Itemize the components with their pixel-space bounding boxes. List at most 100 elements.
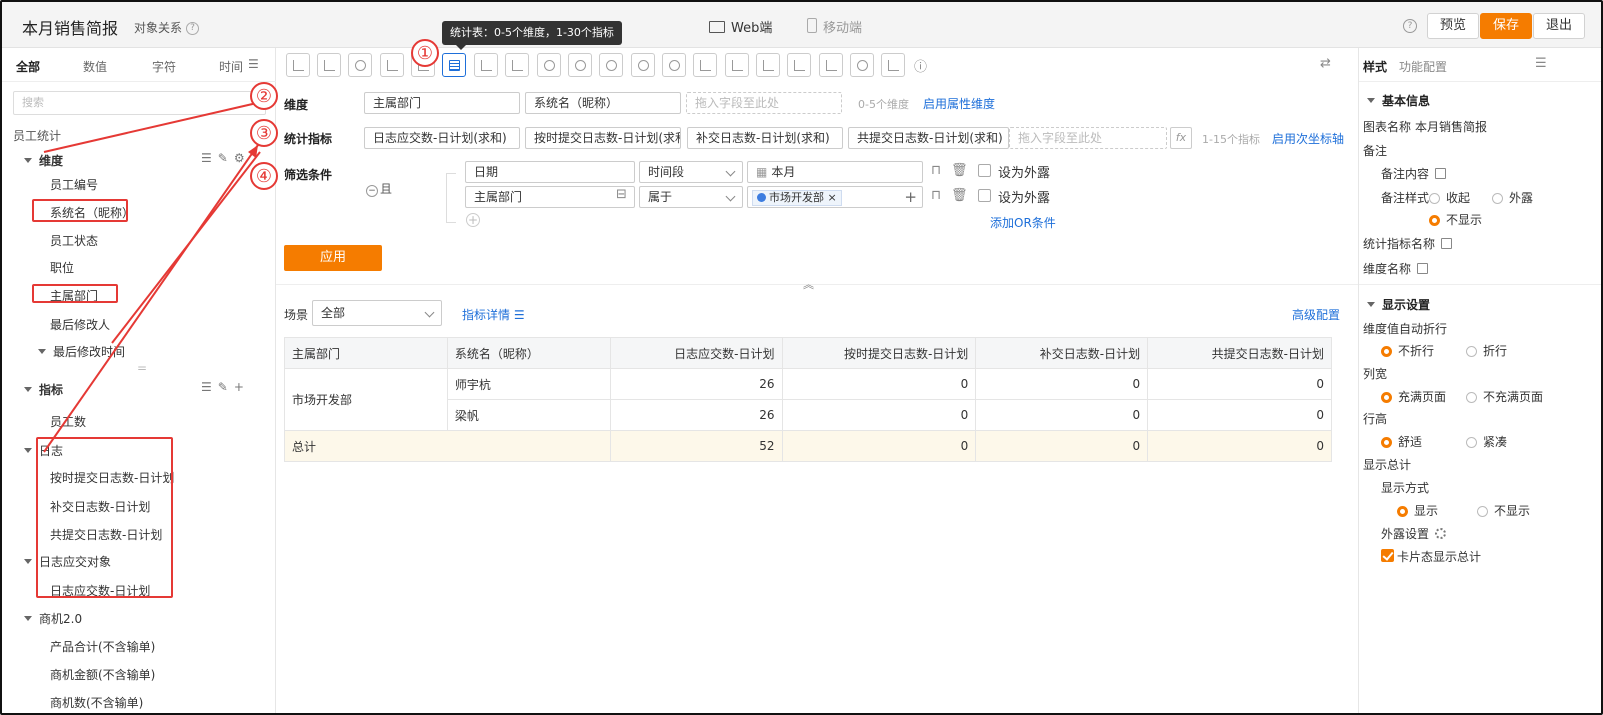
enable-secondary-axis-link[interactable]: 启用次坐标轴 — [1272, 130, 1344, 147]
expose-checkbox[interactable] — [978, 189, 991, 202]
smiley-chart-icon[interactable] — [662, 53, 686, 77]
table-chart-icon[interactable] — [442, 53, 466, 77]
remark-opt-hide[interactable]: 不显示 — [1429, 211, 1482, 228]
total-opt-show[interactable]: 显示 — [1397, 502, 1438, 519]
radar-chart-icon[interactable] — [568, 53, 592, 77]
help-icon[interactable]: ? — [186, 22, 200, 35]
basic-info-section[interactable]: 基本信息 — [1367, 92, 1430, 109]
metric-tools[interactable]: ☰✎+ — [201, 380, 250, 394]
filter-value[interactable]: ▦ 本月 — [747, 161, 923, 183]
wrap-opt-yes[interactable]: 折行 — [1466, 342, 1507, 359]
tab-string[interactable]: 字符 — [152, 58, 176, 75]
column-header[interactable]: 补交日志数-日计划 — [975, 337, 1149, 369]
world-map-icon[interactable] — [631, 53, 655, 77]
preview-button[interactable]: 预览 — [1427, 13, 1480, 39]
swap-icon[interactable]: ⇄ — [1320, 56, 1331, 71]
edit-icon[interactable] — [1417, 263, 1429, 274]
help-icon[interactable]: ⓘ — [914, 56, 927, 75]
card-total-checkbox[interactable] — [1381, 549, 1394, 562]
radio-icon[interactable] — [1429, 215, 1440, 226]
filter-operator-select[interactable]: 属于 — [639, 186, 743, 208]
minus-icon[interactable]: − — [366, 185, 378, 197]
wrap-opt-no[interactable]: 不折行 — [1381, 342, 1434, 359]
column-chart-icon[interactable] — [693, 53, 717, 77]
gear-icon[interactable] — [1435, 528, 1447, 539]
combo-chart-icon[interactable] — [474, 53, 498, 77]
radio-icon[interactable] — [1397, 506, 1408, 517]
column-header[interactable]: 按时提交日志数-日计划 — [781, 337, 977, 369]
object-relation-link[interactable]: 对象关系? — [134, 19, 200, 36]
rank-chart-icon[interactable] — [850, 53, 874, 77]
dim-name-setting[interactable]: 维度名称 — [1363, 260, 1429, 277]
radio-icon[interactable] — [1492, 193, 1503, 204]
add-filter-icon[interactable]: + — [466, 213, 480, 227]
metric-pill[interactable]: 日志应交数-日计划(求和) — [364, 127, 520, 149]
field-search-input[interactable]: 搜索 — [13, 91, 266, 115]
gear-icon[interactable]: ⚙ — [234, 151, 251, 165]
field-item[interactable]: 职位 — [50, 259, 74, 276]
field-item[interactable]: 商机金额(不含输单) — [50, 666, 155, 683]
collapse-panel-icon[interactable]: ☰ — [248, 57, 265, 71]
unlock-icon[interactable]: ⊓ — [931, 188, 941, 203]
save-button[interactable]: 保存 — [1480, 13, 1533, 39]
metric-pill[interactable]: 补交日志数-日计划(求和) — [687, 127, 843, 149]
dimension-tools[interactable]: ☰✎⚙ — [201, 151, 251, 165]
dimension-pill[interactable]: 主属部门 — [364, 92, 520, 114]
radio-icon[interactable] — [1381, 392, 1392, 403]
column-header[interactable]: 主属部门 — [284, 337, 448, 369]
apply-button[interactable]: 应用 — [284, 245, 382, 271]
funnel-chart-icon[interactable] — [380, 53, 404, 77]
field-item[interactable]: 员工状态 — [50, 232, 98, 249]
plus-icon[interactable]: + — [234, 380, 250, 394]
dimension-pill[interactable]: 系统名（昵称） — [525, 92, 681, 114]
enable-attribute-dimension-link[interactable]: 启用属性维度 — [923, 95, 995, 112]
add-or-condition-link[interactable]: 添加OR条件 — [990, 214, 1056, 231]
grid-chart-icon[interactable] — [881, 53, 905, 77]
field-item[interactable]: 最后修改时间 — [38, 343, 125, 360]
width-opt-fill[interactable]: 充满页面 — [1381, 388, 1446, 405]
trash-icon[interactable]: 🗑 — [951, 163, 968, 178]
scatter-chart-icon[interactable] — [819, 53, 843, 77]
chart-name-value[interactable]: 本月销售简报 — [1415, 118, 1487, 135]
radio-icon[interactable] — [1466, 392, 1477, 403]
tab-number[interactable]: 数值 — [83, 58, 107, 75]
field-item[interactable]: 员工编号 — [50, 176, 98, 193]
sort-icon[interactable]: ☰ — [201, 380, 218, 394]
remove-tag-icon[interactable]: × — [828, 191, 837, 204]
edit-icon[interactable] — [1441, 238, 1453, 249]
metric-pill[interactable]: 按时提交日志数-日计划(求和) — [525, 127, 681, 149]
metric-drop-zone[interactable]: 拖入字段至此处 — [1009, 127, 1167, 149]
total-opt-hide[interactable]: 不显示 — [1477, 502, 1530, 519]
dimension-group[interactable]: 维度 — [24, 152, 63, 169]
metric-name-setting[interactable]: 统计指标名称 — [1363, 235, 1453, 252]
remark-opt-expose[interactable]: 外露 — [1492, 189, 1533, 206]
logic-toggle[interactable]: − 且 — [366, 180, 392, 197]
field-settings-icon[interactable]: ⊟ — [616, 187, 627, 202]
tab-style[interactable]: 样式 — [1363, 58, 1387, 75]
collapse-up-icon[interactable]: ︽ — [803, 276, 814, 292]
stacked-chart-icon[interactable] — [756, 53, 780, 77]
trash-icon[interactable]: 🗑 — [951, 188, 968, 203]
field-item[interactable]: 产品合计(不含输单) — [50, 638, 155, 655]
height-opt-compact[interactable]: 紧凑 — [1466, 433, 1507, 450]
field-item[interactable]: 商机数(不含输单) — [50, 694, 143, 711]
area-chart-icon[interactable] — [725, 53, 749, 77]
web-mode-tab[interactable]: Web端 — [709, 17, 772, 36]
tab-function-config[interactable]: 功能配置 — [1399, 58, 1447, 75]
tab-all[interactable]: 全部 — [16, 58, 40, 75]
bar-chart-icon[interactable] — [286, 53, 310, 77]
gauge-chart-icon[interactable] — [537, 53, 561, 77]
filter-field[interactable]: 主属部门 — [465, 186, 635, 208]
radio-icon[interactable] — [1381, 346, 1392, 357]
metric-detail-link[interactable]: 指标详情 ☰ — [462, 306, 525, 323]
display-section[interactable]: 显示设置 — [1367, 296, 1430, 313]
height-opt-comfortable[interactable]: 舒适 — [1381, 433, 1422, 450]
column-header[interactable]: 日志应交数-日计划 — [609, 337, 783, 369]
edit-icon[interactable]: ✎ — [218, 380, 234, 394]
radio-icon[interactable] — [1466, 346, 1477, 357]
exit-button[interactable]: 退出 — [1533, 13, 1586, 39]
edit-icon[interactable] — [1435, 168, 1447, 179]
filter-value[interactable]: 市场开发部 × + — [747, 186, 923, 208]
resize-handle[interactable]: = — [137, 361, 147, 375]
metric-pill[interactable]: 共提交日志数-日计划(求和) — [848, 127, 1009, 149]
